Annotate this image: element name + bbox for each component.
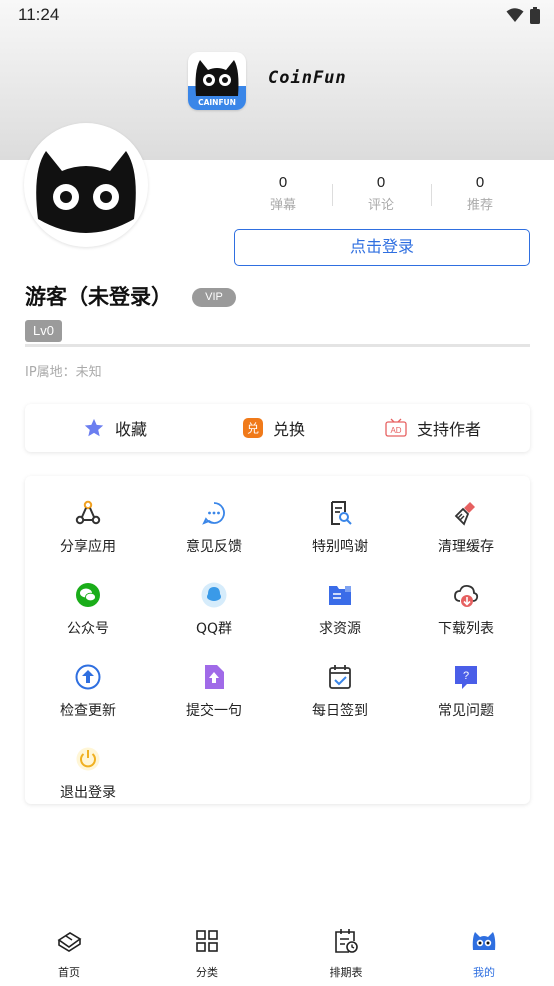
login-button[interactable]: 点击登录 bbox=[234, 229, 530, 266]
grid-label: 求资源 bbox=[319, 621, 361, 637]
grid-label: 常见问题 bbox=[438, 703, 494, 719]
question-icon: ? bbox=[455, 666, 477, 689]
user-stats: 0 弹幕 0 评论 0 推荐 bbox=[234, 174, 530, 218]
ad-icon: AD bbox=[385, 418, 407, 437]
stat-value: 0 bbox=[475, 174, 485, 191]
stat-value: 0 bbox=[376, 174, 386, 191]
stat-recommend[interactable]: 0 推荐 bbox=[431, 174, 529, 213]
feature-grid: 分享应用 意见反馈 特别鸣谢 清理缓存 公众号 QQ群 求资源 下载列表 检查更… bbox=[25, 476, 530, 804]
broom-icon bbox=[454, 502, 475, 526]
tab-home[interactable]: 首页 bbox=[0, 922, 138, 986]
wechat-icon bbox=[76, 583, 100, 607]
mine-cat-icon bbox=[472, 932, 496, 950]
grid-label: 分享应用 bbox=[60, 539, 116, 555]
request-resource-button[interactable]: 求资源 bbox=[277, 566, 403, 637]
grid-label: 意见反馈 bbox=[186, 539, 242, 555]
quick-actions-card: 收藏 兑 兑换 AD 支持作者 bbox=[25, 404, 530, 452]
daily-checkin-button[interactable]: 每日签到 bbox=[277, 648, 403, 719]
favorites-button[interactable]: 收藏 bbox=[83, 404, 147, 452]
app-logo-text: CoinFun bbox=[268, 68, 347, 88]
share-icon bbox=[75, 500, 101, 525]
action-label: 兑换 bbox=[273, 420, 306, 439]
feedback-icon bbox=[202, 502, 225, 525]
folder-icon bbox=[329, 586, 351, 605]
nav-label: 首页 bbox=[58, 966, 80, 979]
calendar-check-icon bbox=[329, 665, 351, 689]
share-app-button[interactable]: 分享应用 bbox=[25, 484, 151, 555]
action-label: 支持作者 bbox=[417, 420, 482, 439]
thanks-icon bbox=[331, 501, 352, 525]
tab-schedule[interactable]: 排期表 bbox=[277, 922, 415, 986]
cloud-download-icon bbox=[454, 584, 479, 607]
category-grid-icon bbox=[196, 930, 218, 952]
avatar[interactable] bbox=[24, 123, 148, 247]
nav-label: 分类 bbox=[196, 966, 218, 979]
submit-icon bbox=[205, 665, 224, 689]
nav-label: 排期表 bbox=[329, 966, 363, 979]
app-logo: CAINFUN bbox=[188, 52, 246, 110]
faq-button[interactable]: ? 常见问题 bbox=[403, 648, 529, 719]
grid-label: QQ群 bbox=[195, 621, 233, 637]
stat-danmaku[interactable]: 0 弹幕 bbox=[234, 174, 332, 213]
stat-value: 0 bbox=[278, 174, 288, 191]
logo-badge-text: CAINFUN bbox=[198, 98, 236, 107]
qq-group-button[interactable]: QQ群 bbox=[151, 566, 277, 637]
level-badge: Lv0 bbox=[25, 320, 62, 342]
grid-label: 提交一句 bbox=[186, 703, 242, 719]
stat-comments[interactable]: 0 评论 bbox=[332, 174, 430, 213]
feedback-button[interactable]: 意见反馈 bbox=[151, 484, 277, 555]
grid-label: 每日签到 bbox=[312, 703, 368, 719]
power-icon bbox=[76, 747, 100, 771]
home-tv-icon bbox=[57, 932, 82, 952]
check-update-button[interactable]: 检查更新 bbox=[25, 648, 151, 719]
star-icon bbox=[84, 418, 104, 437]
grid-label: 特别鸣谢 bbox=[312, 539, 368, 555]
grid-label: 下载列表 bbox=[438, 621, 494, 637]
tab-category[interactable]: 分类 bbox=[138, 922, 276, 986]
nav-label: 我的 bbox=[473, 966, 495, 979]
wifi-icon bbox=[506, 8, 524, 22]
support-author-button[interactable]: AD 支持作者 bbox=[385, 404, 481, 452]
schedule-icon bbox=[335, 929, 358, 953]
stat-label: 弹幕 bbox=[269, 198, 296, 213]
action-label: 收藏 bbox=[115, 420, 148, 439]
tab-mine[interactable]: 我的 bbox=[415, 922, 553, 986]
qq-icon bbox=[201, 582, 227, 608]
ip-location: IP属地：未知 bbox=[25, 365, 102, 380]
update-icon bbox=[75, 664, 101, 690]
logout-button[interactable]: 退出登录 bbox=[25, 730, 151, 801]
stat-label: 评论 bbox=[367, 198, 394, 213]
grid-label: 退出登录 bbox=[60, 785, 116, 801]
grid-label: 公众号 bbox=[67, 621, 109, 637]
bottom-navigation: 首页 分类 排期表 我的 bbox=[0, 922, 554, 986]
grid-label: 清理缓存 bbox=[438, 539, 494, 555]
official-account-button[interactable]: 公众号 bbox=[25, 566, 151, 637]
svg-text:AD: AD bbox=[390, 426, 401, 435]
svg-text:?: ? bbox=[463, 670, 469, 682]
username: 游客（未登录） bbox=[25, 285, 172, 309]
exchange-icon: 兑 bbox=[243, 418, 263, 438]
level-progress-bar bbox=[25, 344, 530, 347]
download-list-button[interactable]: 下载列表 bbox=[403, 566, 529, 637]
svg-text:兑: 兑 bbox=[247, 422, 259, 436]
grid-label: 检查更新 bbox=[60, 703, 116, 719]
thanks-button[interactable]: 特别鸣谢 bbox=[277, 484, 403, 555]
vip-badge[interactable]: VIP bbox=[192, 288, 236, 307]
clear-cache-button[interactable]: 清理缓存 bbox=[403, 484, 529, 555]
stat-label: 推荐 bbox=[466, 198, 493, 213]
battery-icon bbox=[530, 7, 540, 24]
exchange-button[interactable]: 兑 兑换 bbox=[243, 404, 305, 452]
submit-sentence-button[interactable]: 提交一句 bbox=[151, 648, 277, 719]
status-bar: 11:24 bbox=[0, 0, 554, 32]
status-time: 11:24 bbox=[18, 5, 60, 24]
